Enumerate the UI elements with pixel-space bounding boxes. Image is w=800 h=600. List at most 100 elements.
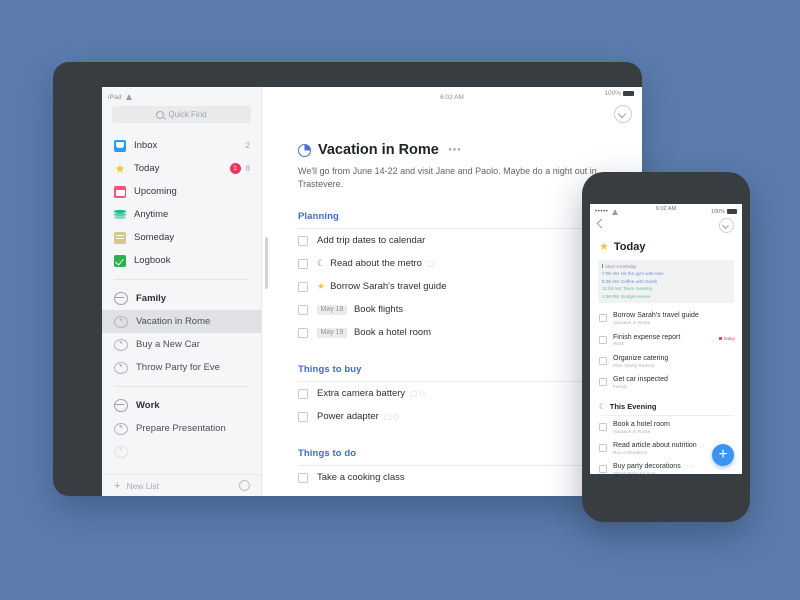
event-time: 3:30 PM [602,293,620,299]
add-task-button[interactable]: + [712,444,734,466]
notes-icon: ▢ [426,259,437,269]
sidebar: iPad Quick Find Inbox 2 ★ Today 1 8 Upco… [102,87,262,496]
task-label-text: Read article about nutrition [613,441,697,449]
sidebar-item-partial[interactable] [102,440,261,463]
chevron-down-circle-icon[interactable] [719,218,734,233]
task-label: Book flights [353,304,404,316]
status-badge: today [719,336,735,341]
due-date-badge: May 19 [317,327,347,338]
list-item[interactable]: Organize catering Plan Yearly Retreat [590,352,742,373]
battery-icon [623,91,634,96]
task-label: Borrow Sarah's travel guide [330,281,447,293]
task-checkbox[interactable] [298,258,308,269]
chevron-down-circle-icon[interactable] [614,105,632,123]
sidebar-item-label: Today [134,163,160,174]
task-project: Vacation in Rome [613,321,651,327]
calendar-event: 3:30 PM Budget review [602,293,730,300]
sidebar-item-label: Buy a New Car [136,339,200,350]
task-label: Read about the metro [330,258,422,270]
sidebar-item-vacation-in-rome[interactable]: Vacation in Rome [102,310,261,333]
sidebar-item-logbook[interactable]: Logbook [102,249,261,272]
task-label: Buy party decorations ▢◇ [613,463,694,471]
iphone-page-title: ★ Today [590,234,742,254]
task-checkbox[interactable] [599,378,607,387]
sidebar-item-buy-a-new-car[interactable]: Buy a New Car [102,333,261,356]
sidebar-item-label: Logbook [134,255,171,266]
star-icon: ★ [317,281,326,292]
search-icon [156,110,165,119]
sidebar-group-work[interactable]: Work [102,394,261,417]
task-checkbox[interactable] [298,411,308,422]
task-checkbox[interactable] [298,304,308,315]
task-checkbox[interactable] [599,422,607,431]
sidebar-item-today[interactable]: ★ Today 1 8 [102,157,261,180]
ipad-status-bar: iPad [102,87,261,104]
event-time: 11:00 AM [602,286,622,292]
sidebar-item-anytime[interactable]: Anytime [102,203,261,226]
iphone-today-list: Borrow Sarah's travel guide Vacation in … [590,303,742,394]
sidebar-item-upcoming[interactable]: Upcoming [102,180,261,203]
task-label: Finish expense report [613,333,681,341]
task-label: Organize catering [613,354,669,362]
task-label: Book a hotel room [353,327,432,339]
inbox-icon [114,139,126,152]
task-project: Plan Yearly Retreat [613,363,655,369]
task-project: Family [613,385,628,391]
iphone-nav-bar [590,217,742,234]
area-icon [114,399,128,412]
status-time: 6:02 AM [440,93,464,101]
event-text: Marc's birthday [605,264,637,269]
list-item[interactable]: Get car inspected Family [590,373,742,394]
more-options-icon[interactable]: ⋯ [448,143,462,156]
event-time: 8:30 AM [602,278,619,284]
ipad-device: iPad Quick Find Inbox 2 ★ Today 1 8 Upco… [53,62,642,496]
sidebar-group-family[interactable]: Family [102,287,261,310]
task-checkbox[interactable] [599,443,607,452]
list-item[interactable]: Borrow Sarah's travel guide Vacation in … [590,309,742,330]
calendar-event: 11:00 AM Team meeting [602,285,730,292]
task-checkbox[interactable] [298,281,308,292]
content-status-bar: 6:02 AM 100% [262,87,642,104]
scrollbar[interactable] [265,237,268,289]
scene: iPad Quick Find Inbox 2 ★ Today 1 8 Upco… [0,0,800,600]
gear-icon[interactable] [239,480,250,491]
task-checkbox[interactable] [298,235,308,246]
sidebar-item-throw-party-for-eve[interactable]: Throw Party for Eve [102,356,261,379]
project-title-text: Vacation in Rome [318,142,439,158]
task-checkbox[interactable] [599,335,607,344]
task-checkbox[interactable] [298,472,308,483]
task-label: Extra camera battery [317,388,406,400]
sidebar-item-inbox[interactable]: Inbox 2 [102,134,261,157]
list-item[interactable]: Finish expense report Work today [590,331,742,352]
task-checkbox[interactable] [298,327,308,338]
new-list-button[interactable]: + New List [102,474,261,496]
area-icon [114,292,128,305]
task-checkbox[interactable] [298,388,308,399]
list-item[interactable]: Book a hotel room Vacation in Rome [590,418,742,439]
task-checkbox[interactable] [599,465,607,474]
status-device-label: iPad [108,93,122,101]
sidebar-nav: Inbox 2 ★ Today 1 8 Upcoming Anytime Som… [102,123,261,463]
calendar-events-block[interactable]: Marc's birthday 7:00 AM Hit the gym with … [598,260,734,304]
task-checkbox[interactable] [599,356,607,365]
sidebar-item-prepare-presentation[interactable]: Prepare Presentation [102,417,261,440]
sidebar-item-someday[interactable]: Someday [102,226,261,249]
sidebar-item-label: Inbox [134,140,158,151]
battery-indicator: 100% [604,90,634,97]
task-label: Read article about nutrition ▢ [613,442,705,450]
search-placeholder: Quick Find [168,110,207,119]
sidebar-item-count: 8 [245,164,250,173]
project-progress-icon [114,316,128,328]
status-time: 6:02 AM [655,206,677,212]
layers-icon [114,209,126,221]
tag-label: today [723,335,735,341]
event-text: Coffee with Sarah [620,278,658,284]
search-input[interactable]: Quick Find [112,106,251,123]
plus-icon: + [114,479,121,492]
task-checkbox[interactable] [599,314,607,323]
calendar-icon [114,185,126,198]
project-note[interactable]: We'll go from June 14-22 and visit Jane … [298,165,598,191]
new-list-label: New List [126,480,160,491]
back-chevron-icon[interactable] [596,218,607,229]
task-project: Work [613,342,625,348]
